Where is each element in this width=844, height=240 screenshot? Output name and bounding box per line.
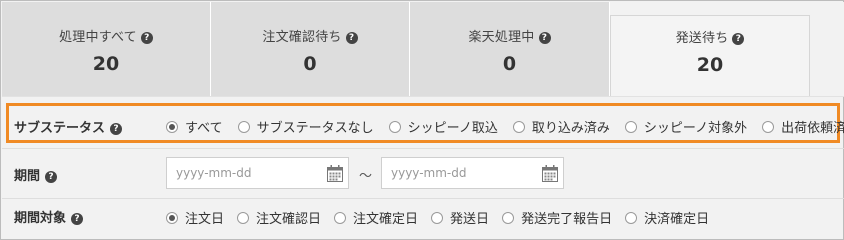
tab-bar-spacer: [810, 2, 844, 96]
date-range-separator: ～: [359, 169, 373, 184]
radio-button[interactable]: [166, 120, 178, 133]
calendar-icon[interactable]: [542, 165, 558, 182]
radio-button[interactable]: [625, 211, 638, 224]
tab-label: 注文確認待ち: [262, 30, 342, 45]
radio-button[interactable]: [502, 211, 515, 224]
radio-button[interactable]: [512, 120, 525, 133]
period-target-label: 期間対象?: [14, 207, 84, 226]
substatus-option-none[interactable]: サブステータスなし: [237, 117, 374, 136]
tab-rakuten-processing[interactable]: 楽天処理中? 0: [410, 2, 610, 96]
period-from-input[interactable]: yyyy-mm-dd: [166, 157, 349, 189]
tab-all-processing[interactable]: 処理中すべて? 20: [2, 2, 211, 96]
help-icon[interactable]: ?: [345, 32, 358, 44]
period-target-option-confirm-date[interactable]: 注文確認日: [237, 208, 321, 227]
tab-count: 20: [92, 53, 120, 75]
period-target-option-payment-date[interactable]: 決済確定日: [625, 208, 709, 227]
radio-button[interactable]: [237, 120, 250, 133]
help-icon[interactable]: ?: [538, 32, 551, 44]
status-tabs: 処理中すべて? 20 注文確認待ち? 0 楽天処理中? 0 発送待ち? 20: [2, 2, 844, 96]
radio-button[interactable]: [237, 211, 250, 224]
period-target-option-finalize-date[interactable]: 注文確定日: [334, 208, 418, 227]
substatus-option-imported[interactable]: 取り込み済み: [512, 117, 610, 136]
tab-awaiting-confirmation[interactable]: 注文確認待ち? 0: [211, 2, 410, 96]
substatus-label: サブステータス?: [14, 117, 123, 136]
period-label: 期間?: [14, 165, 58, 184]
substatus-radio-group: すべて サブステータスなし シッピーノ取込 取り込み済み シッピーノ対象外 出荷…: [166, 117, 844, 136]
substatus-option-shippino-excluded[interactable]: シッピーノ対象外: [624, 117, 747, 136]
help-icon[interactable]: ?: [110, 123, 123, 135]
period-to-input[interactable]: yyyy-mm-dd: [381, 157, 564, 189]
tab-count: 0: [502, 53, 517, 75]
help-icon[interactable]: ?: [71, 213, 84, 225]
period-target-radio-group: 注文日 注文確認日 注文確定日 発送日 発送完了報告日 決済確定日: [166, 208, 709, 227]
radio-button[interactable]: [624, 120, 637, 133]
tab-awaiting-shipment[interactable]: 発送待ち? 20: [610, 15, 810, 96]
help-icon[interactable]: ?: [732, 33, 745, 45]
tab-count: 0: [303, 53, 317, 75]
divider: [2, 148, 844, 149]
period-target-option-order-date[interactable]: 注文日: [166, 208, 224, 227]
radio-button[interactable]: [388, 120, 401, 133]
radio-button[interactable]: [762, 120, 775, 133]
tab-label: 楽天処理中: [468, 30, 535, 45]
order-filter-panel: 処理中すべて? 20 注文確認待ち? 0 楽天処理中? 0 発送待ち? 20 サ…: [0, 0, 844, 240]
calendar-icon[interactable]: [327, 165, 343, 182]
substatus-option-shippino-import[interactable]: シッピーノ取込: [388, 117, 498, 136]
period-target-option-ship-report-date[interactable]: 発送完了報告日: [502, 208, 612, 227]
help-icon[interactable]: ?: [45, 171, 58, 183]
divider: [2, 198, 844, 199]
help-icon[interactable]: ?: [140, 32, 153, 44]
substatus-option-shipment-requested[interactable]: 出荷依頼済: [762, 117, 844, 136]
divider: [2, 96, 844, 97]
radio-button[interactable]: [166, 211, 178, 224]
tab-count: 20: [696, 54, 724, 76]
radio-button[interactable]: [334, 211, 347, 224]
period-target-option-ship-date[interactable]: 発送日: [431, 208, 489, 227]
tab-label: 処理中すべて: [59, 30, 137, 45]
substatus-option-all[interactable]: すべて: [166, 117, 223, 136]
radio-button[interactable]: [431, 211, 444, 224]
tab-label: 発送待ち: [675, 31, 729, 46]
